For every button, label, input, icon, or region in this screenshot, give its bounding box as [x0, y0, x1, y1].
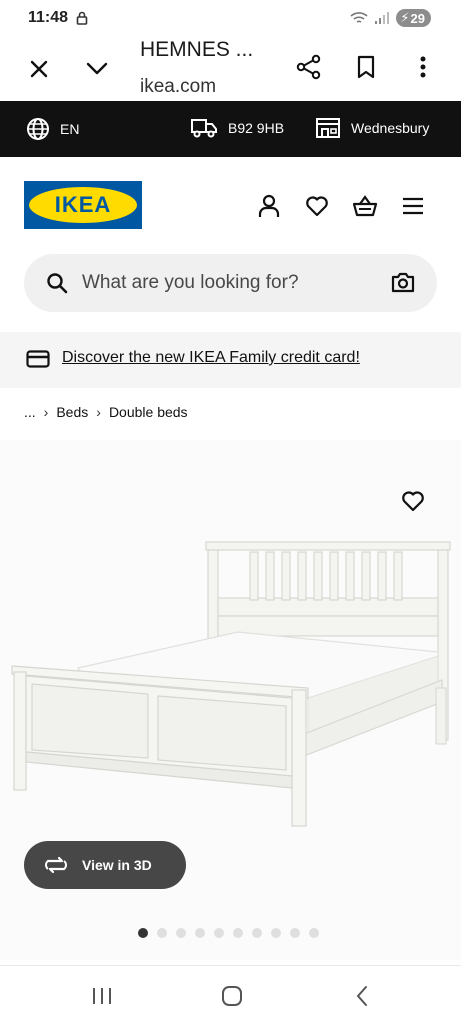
status-icons: ⚡ 29: [350, 9, 431, 27]
rotate-3d-icon: [45, 856, 67, 874]
back-icon: [356, 986, 367, 1006]
search-icon: [47, 273, 68, 294]
home-button[interactable]: [218, 984, 246, 1008]
collapse-button[interactable]: [82, 54, 112, 84]
more-options-button[interactable]: [408, 52, 438, 82]
chevron-down-icon: [86, 62, 108, 75]
view-in-3d-button[interactable]: View in 3D: [24, 841, 186, 889]
carousel-dot[interactable]: [214, 928, 224, 938]
home-icon: [222, 986, 242, 1006]
postcode-label: B92 9HB: [228, 120, 285, 136]
carousel-dot[interactable]: [176, 928, 186, 938]
menu-icon: [403, 197, 423, 215]
chevron-right-icon: ›: [43, 404, 49, 420]
search-bar[interactable]: [24, 254, 437, 312]
globe-icon: [27, 118, 49, 140]
account-button[interactable]: [256, 193, 282, 219]
share-button[interactable]: [294, 52, 324, 82]
browser-toolbar: HEMNES ... ikea.com: [0, 36, 461, 100]
lock-icon: [76, 11, 88, 25]
ikea-logo[interactable]: IKEA: [24, 181, 142, 229]
breadcrumb-ellipsis[interactable]: ...: [24, 404, 36, 420]
bed-leg: [435, 687, 447, 745]
share-icon: [296, 54, 321, 80]
info-bar: EN B92 9HB Wednesbury: [0, 101, 461, 157]
carousel-dot[interactable]: [290, 928, 300, 938]
recent-apps-icon: [93, 988, 111, 1004]
status-bar: 11:48 ⚡ 29: [0, 0, 461, 36]
signal-icon: [375, 12, 390, 24]
basket-button[interactable]: [352, 193, 378, 219]
store-selector[interactable]: Wednesbury: [315, 117, 429, 139]
carousel-dot[interactable]: [157, 928, 167, 938]
user-icon: [258, 194, 280, 217]
delivery-truck-icon: [191, 119, 217, 138]
basket-icon: [352, 195, 378, 217]
breadcrumb-item-double-beds[interactable]: Double beds: [109, 404, 188, 420]
wifi-icon: [350, 12, 368, 23]
menu-button[interactable]: [400, 193, 426, 219]
close-button[interactable]: [24, 54, 54, 84]
carousel-dots: [138, 928, 319, 938]
heart-icon: [306, 196, 328, 217]
postcode-selector[interactable]: B92 9HB: [190, 117, 284, 139]
add-to-favourites-button[interactable]: [400, 488, 426, 514]
promo-link[interactable]: Discover the new IKEA Family credit card…: [62, 349, 360, 367]
carousel-dot[interactable]: [138, 928, 148, 938]
more-vertical-icon: [420, 56, 426, 78]
battery-indicator: ⚡ 29: [396, 9, 431, 27]
back-button[interactable]: [348, 984, 376, 1008]
system-nav-bar: [0, 965, 461, 1024]
favourites-button[interactable]: [304, 193, 330, 219]
credit-card-icon: [26, 350, 50, 368]
site-header: IKEA: [0, 157, 461, 253]
battery-level: 29: [410, 10, 425, 26]
carousel-dot[interactable]: [252, 928, 262, 938]
bed-footboard: [11, 665, 309, 827]
bookmark-button[interactable]: [351, 52, 381, 82]
status-time: 11:48: [28, 9, 69, 26]
language-label: EN: [60, 121, 80, 137]
carousel-dot[interactable]: [195, 928, 205, 938]
page-url[interactable]: ikea.com: [140, 76, 216, 98]
camera-icon[interactable]: [391, 271, 415, 293]
carousel-dot[interactable]: [233, 928, 243, 938]
view-in-3d-label: View in 3D: [82, 857, 152, 873]
store-icon: [316, 118, 340, 138]
carousel-dot[interactable]: [309, 928, 319, 938]
breadcrumb-item-beds[interactable]: Beds: [56, 404, 88, 420]
status-time-wrap: 11:48: [28, 9, 88, 27]
charging-icon: ⚡: [400, 10, 410, 25]
breadcrumb: ... › Beds › Double beds: [24, 404, 188, 420]
store-label: Wednesbury: [351, 120, 430, 136]
heart-icon: [402, 491, 424, 512]
chevron-right-icon: ›: [96, 404, 101, 420]
close-icon: [30, 60, 48, 78]
page-title: HEMNES ...: [140, 38, 254, 61]
search-input[interactable]: [82, 268, 382, 298]
logo-text: IKEA: [54, 192, 112, 217]
recent-apps-button[interactable]: [88, 984, 116, 1008]
carousel-dot[interactable]: [271, 928, 281, 938]
promo-banner: Discover the new IKEA Family credit card…: [0, 332, 461, 388]
product-image[interactable]: [8, 538, 454, 830]
language-selector[interactable]: EN: [26, 117, 79, 141]
bookmark-icon: [357, 55, 375, 79]
logo-oval: IKEA: [29, 187, 137, 223]
